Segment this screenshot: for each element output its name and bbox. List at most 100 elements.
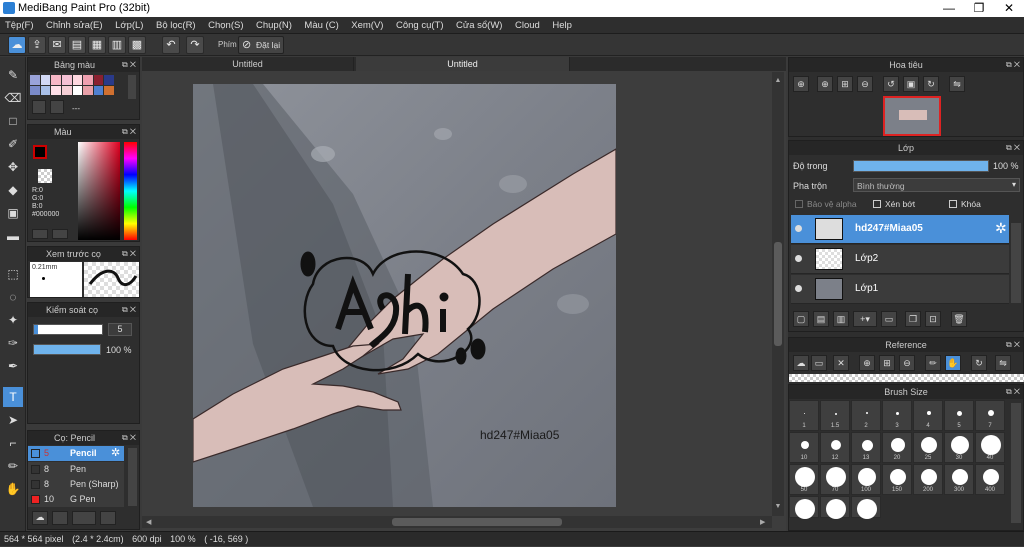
new-layer-icon[interactable]: ▢ — [793, 311, 809, 327]
brush-size-cell[interactable]: 150 — [882, 464, 912, 495]
layer-opacity-slider[interactable] — [853, 160, 989, 172]
brush-list-scrollbar[interactable] — [128, 448, 137, 506]
menu-edit[interactable]: Chỉnh sửa(E) — [41, 17, 108, 34]
brush-size-cell[interactable] — [851, 496, 881, 519]
zoom-in-icon[interactable]: ⊕ — [793, 76, 809, 92]
scroll-down-icon[interactable]: ▼ — [773, 503, 783, 510]
dropper-tool-icon[interactable]: ⌐ — [3, 433, 23, 453]
fill-tool-icon[interactable]: ◆ — [3, 180, 23, 200]
brush-size-cell[interactable]: 30 — [944, 432, 974, 463]
chat-icon[interactable]: ▤ — [68, 36, 86, 54]
brush-item-g-pen[interactable]: 10 G Pen — [28, 492, 124, 507]
vertical-scroll-thumb[interactable] — [774, 242, 782, 346]
brush-size-cell[interactable]: 25 — [913, 432, 943, 463]
blend-mode-select[interactable]: Bình thường ▾ — [853, 178, 1020, 192]
horizontal-scrollbar[interactable]: ◀ ▶ — [142, 516, 772, 528]
fit-icon[interactable]: ▣ — [903, 76, 919, 92]
vertical-scrollbar[interactable]: ▲ ▼ — [772, 72, 784, 516]
brush-size-cell[interactable]: 10 — [789, 432, 819, 463]
folder-icon[interactable]: ▭ — [881, 311, 897, 327]
brush-size-cell[interactable]: 50 — [789, 464, 819, 495]
menu-snap[interactable]: Chụp(N) — [251, 17, 297, 34]
rotate-icon[interactable]: ↻ — [971, 355, 987, 371]
brush-size-cell[interactable]: 300 — [944, 464, 974, 495]
eraser-tool-icon[interactable]: ⌫ — [3, 88, 23, 108]
eyedropper-tool-icon[interactable]: ✏ — [3, 456, 23, 476]
brush-size-cell[interactable]: 5 — [944, 400, 974, 431]
clipping-checkbox[interactable] — [873, 200, 881, 208]
protect-alpha-checkbox[interactable] — [795, 200, 803, 208]
grid-icon[interactable]: ▥ — [108, 36, 126, 54]
reset-button[interactable]: ⊘ Đặt lại — [238, 36, 284, 54]
rotate-left-icon[interactable]: ↺ — [883, 76, 899, 92]
menu-tools[interactable]: Công cụ(T) — [391, 17, 449, 34]
brush-size-cell[interactable] — [820, 496, 850, 519]
flip-icon[interactable]: ⇋ — [949, 76, 965, 92]
cloud-icon[interactable]: ☁ — [8, 36, 26, 54]
trash-icon[interactable] — [50, 100, 64, 114]
hue-slider[interactable] — [124, 142, 137, 240]
eye-icon[interactable] — [795, 285, 802, 292]
new-8bit-layer-icon[interactable]: ▥ — [833, 311, 849, 327]
trash-icon[interactable]: 🗑 — [951, 311, 967, 327]
minimize-button[interactable]: — — [934, 0, 964, 17]
layer-list-scrollbar[interactable] — [1011, 223, 1021, 303]
brush-item-pencil[interactable]: 5 Pencil ✲ — [28, 446, 124, 461]
pen-tool-icon[interactable]: ✐ — [3, 134, 23, 154]
brush-opacity-slider[interactable] — [33, 344, 101, 355]
rotate-right-icon[interactable]: ↻ — [923, 76, 939, 92]
close-icon[interactable]: ✕ — [833, 355, 849, 371]
lasso-tool-icon[interactable]: ◌ — [3, 287, 23, 307]
scroll-left-icon[interactable]: ◀ — [146, 518, 151, 526]
brush-size-cell[interactable]: 70 — [820, 464, 850, 495]
document-icon[interactable]: ▦ — [88, 36, 106, 54]
brush-size-cell[interactable]: 400 — [975, 464, 1005, 495]
add-brush-dropdown-icon[interactable] — [72, 511, 96, 525]
share-icon[interactable]: ⇪ — [28, 36, 46, 54]
brush-size-cell[interactable]: 200 — [913, 464, 943, 495]
zoom-in-icon[interactable]: ⊕ — [817, 76, 833, 92]
brush-size-cell[interactable]: 3 — [882, 400, 912, 431]
menu-file[interactable]: Tệp(F) — [0, 17, 39, 34]
hand-icon[interactable]: ✋ — [945, 355, 961, 371]
layout-icon[interactable]: ▩ — [128, 36, 146, 54]
layer-row-lop2[interactable]: Lớp2 — [791, 245, 1009, 274]
bucket-tool-icon[interactable]: ▣ — [3, 203, 23, 223]
drawing-canvas[interactable]: hd247#Miaa05 — [193, 84, 616, 507]
duplicate-layer-icon[interactable]: ❐ — [905, 311, 921, 327]
menu-color[interactable]: Màu (C) — [299, 17, 343, 34]
add-layer-dropdown-icon[interactable]: +▾ — [853, 311, 877, 327]
menu-select[interactable]: Chọn(S) — [203, 17, 248, 34]
menu-window[interactable]: Cửa sổ(W) — [451, 17, 507, 34]
brush-size-cell[interactable]: 4 — [913, 400, 943, 431]
select-pen-tool-icon[interactable]: ✑ — [3, 333, 23, 353]
palette-scrollbar[interactable] — [128, 75, 136, 99]
reference-image-area[interactable] — [789, 374, 1024, 382]
cloud-download-icon[interactable]: ☁ — [32, 511, 48, 525]
saturation-value-field[interactable] — [78, 142, 120, 240]
gear-icon[interactable]: ✲ — [995, 220, 1007, 237]
brush-size-cell[interactable] — [789, 496, 819, 519]
menu-layer[interactable]: Lớp(L) — [110, 17, 148, 34]
brush-size-scrollbar[interactable] — [1011, 403, 1021, 523]
gear-icon[interactable]: ✲ — [111, 446, 120, 459]
flip-icon[interactable]: ⇋ — [995, 355, 1011, 371]
rectangle-tool-icon[interactable]: □ — [3, 111, 23, 131]
brush-size-cell[interactable]: 7 — [975, 400, 1005, 431]
palette-swatches[interactable] — [30, 75, 114, 95]
tab-untitled-1[interactable]: Untitled — [142, 57, 354, 71]
brush-size-cell[interactable]: 1 — [789, 400, 819, 431]
lock-checkbox[interactable] — [949, 200, 957, 208]
magic-wand-tool-icon[interactable]: ✦ — [3, 310, 23, 330]
menu-help[interactable]: Help — [547, 17, 577, 34]
zoom-out-icon[interactable]: ⊖ — [857, 76, 873, 92]
brush-size-field[interactable]: 5 — [108, 323, 132, 336]
eye-icon[interactable] — [795, 225, 802, 232]
tab-untitled-2[interactable]: Untitled — [356, 57, 570, 71]
cloud-icon[interactable]: ☁ — [793, 355, 809, 371]
brush-size-cell[interactable]: 1.5 — [820, 400, 850, 431]
brush-size-cell[interactable]: 2 — [851, 400, 881, 431]
brush-size-cell[interactable]: 100 — [851, 464, 881, 495]
scroll-right-icon[interactable]: ▶ — [760, 518, 765, 526]
brush-item-pen-sharp[interactable]: 8 Pen (Sharp) — [28, 477, 124, 492]
